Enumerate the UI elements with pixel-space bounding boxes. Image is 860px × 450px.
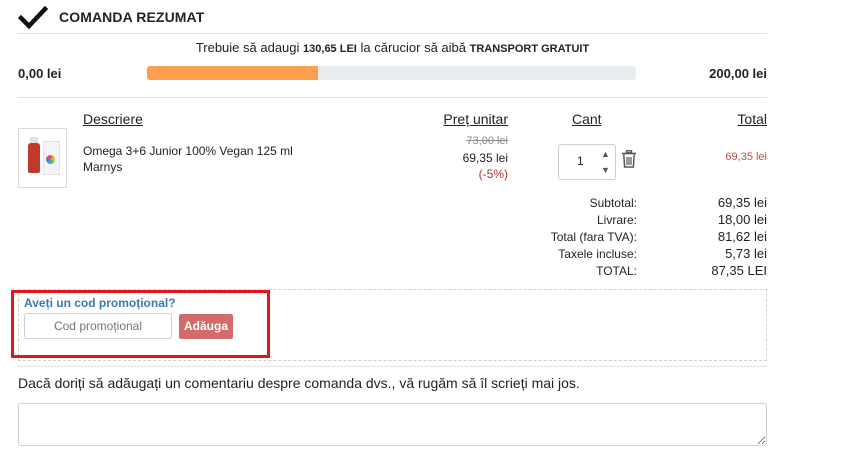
quantity-stepper[interactable]: 1 ▲ ▼ xyxy=(558,144,616,180)
product-brand: Marnys xyxy=(83,160,123,174)
free-shipping-message: Trebuie să adaugi 130,65 LEI la cărucior… xyxy=(195,40,590,55)
quantity-spinner: ▲ ▼ xyxy=(597,145,614,179)
progress-end-label: 200,00 lei xyxy=(709,66,767,81)
divider xyxy=(18,366,767,367)
product-name[interactable]: Omega 3+6 Junior 100% Vegan 125 ml xyxy=(83,143,293,159)
summary-net-value: 81,62 lei xyxy=(717,229,767,244)
shipping-progress-bar xyxy=(147,66,636,80)
chevron-down-icon[interactable]: ▼ xyxy=(597,162,614,178)
page-title: COMANDA REZUMAT xyxy=(59,9,205,25)
comment-label: Dacă doriți să adăugați un comentariu de… xyxy=(18,375,580,391)
column-header-unit-price: Preț unitar xyxy=(443,111,508,127)
package-logo-shape xyxy=(46,155,55,164)
summary-total-value: 87,35 LEI xyxy=(711,263,767,278)
summary-tax-value: 5,73 lei xyxy=(725,246,767,261)
summary-subtotal-value: 69,35 lei xyxy=(717,195,767,210)
bottle-shape xyxy=(28,143,40,173)
divider xyxy=(18,33,767,34)
column-header-total: Total xyxy=(737,111,767,127)
progress-start-label: 0,00 lei xyxy=(18,66,62,81)
summary-net-label: Total (fara TVA): xyxy=(550,230,637,244)
summary-shipping-label: Livrare: xyxy=(596,213,637,227)
trash-icon[interactable] xyxy=(621,150,637,168)
discount-badge: (-5%) xyxy=(478,167,508,181)
old-price: 73,00 lei xyxy=(466,135,508,147)
column-header-quantity: Cant xyxy=(572,111,602,127)
summary-shipping-value: 18,00 lei xyxy=(717,212,767,227)
promo-highlight-frame xyxy=(11,290,270,358)
quantity-value[interactable]: 1 xyxy=(577,154,584,168)
chevron-up-icon[interactable]: ▲ xyxy=(597,146,614,162)
shipping-progress-fill xyxy=(147,66,319,80)
remaining-amount: 130,65 LEI xyxy=(303,43,357,55)
summary-total-label: TOTAL: xyxy=(596,264,637,278)
free-shipping-label: TRANSPORT GRATUIT xyxy=(469,43,590,55)
row-total: 69,35 lei xyxy=(725,151,767,163)
checkmark-icon xyxy=(18,6,48,30)
column-header-description: Descriere xyxy=(83,111,143,127)
summary-subtotal-label: Subtotal: xyxy=(589,196,637,210)
comment-textarea[interactable] xyxy=(18,403,767,446)
summary-tax-label: Taxele incluse: xyxy=(558,247,637,261)
unit-price: 69,35 lei xyxy=(462,151,508,165)
product-info: Omega 3+6 Junior 100% Vegan 125 ml Marny… xyxy=(83,143,293,175)
divider xyxy=(18,97,767,98)
product-thumbnail[interactable] xyxy=(18,128,67,188)
